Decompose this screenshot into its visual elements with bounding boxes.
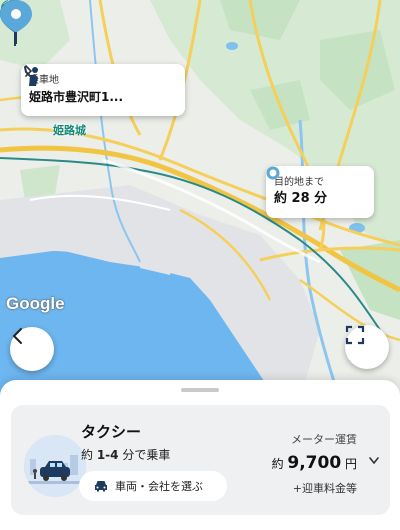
destination-callout[interactable]: 目的地まで 約 28 分 (266, 166, 374, 218)
fullscreen-button[interactable] (345, 325, 389, 369)
chevron-right-icon (25, 65, 33, 77)
pickup-label: 乗車地 (29, 75, 59, 86)
fare-label: メーター運賃 (291, 433, 357, 446)
fullscreen-icon (345, 325, 365, 345)
pickup-address: 姫路市豊沢町1... (29, 90, 124, 104)
wait-time: 約 1-4 分で乗車 (81, 446, 170, 463)
fare-amount: 9,700 (287, 453, 342, 473)
pickup-callout[interactable]: 乗車地 姫路市豊沢町1... (21, 64, 185, 116)
landmark-label[interactable]: 姫路城 (53, 122, 86, 138)
destination-ring-icon (266, 166, 280, 180)
taxi-title: タクシー (81, 423, 142, 441)
google-logo: Google (6, 294, 65, 313)
fare-extra: +迎車料金等 (292, 482, 357, 495)
sheet-handle[interactable] (181, 388, 219, 392)
wait-suffix: 分で乗車 (118, 448, 171, 462)
taxi-option-card[interactable]: タクシー 約 1-4 分で乗車 車両・会社を選ぶ メーター運賃 約 9,700 … (11, 405, 390, 515)
chevron-left-icon (13, 328, 22, 344)
back-button[interactable] (10, 327, 54, 371)
destination-pin-icon[interactable] (0, 0, 32, 46)
taxi-icon (24, 435, 86, 497)
destination-label: 目的地まで (274, 177, 324, 188)
choose-vehicle-label: 車両・会社を選ぶ (115, 480, 203, 493)
choose-vehicle-button[interactable]: 車両・会社を選ぶ (79, 471, 227, 501)
wait-prefix: 約 (81, 448, 97, 462)
chevron-down-icon[interactable] (368, 456, 380, 466)
map-view[interactable]: 姫路城 乗車地 姫路市豊沢町1... 目的地まで 約 28 分 Google (0, 0, 400, 400)
ride-booking-screen: 姫路城 乗車地 姫路市豊沢町1... 目的地まで 約 28 分 Google タ… (0, 0, 400, 530)
fare-value: 約 9,700 円 (272, 453, 357, 473)
bottom-sheet: タクシー 約 1-4 分で乗車 車両・会社を選ぶ メーター運賃 約 9,700 … (0, 380, 400, 530)
destination-eta: 約 28 分 (274, 191, 328, 206)
fare-unit: 円 (341, 457, 357, 471)
fare-prefix: 約 (271, 457, 288, 471)
taxi-illustration (24, 435, 86, 497)
wait-range: 1-4 (96, 448, 119, 462)
car-icon (95, 481, 107, 492)
